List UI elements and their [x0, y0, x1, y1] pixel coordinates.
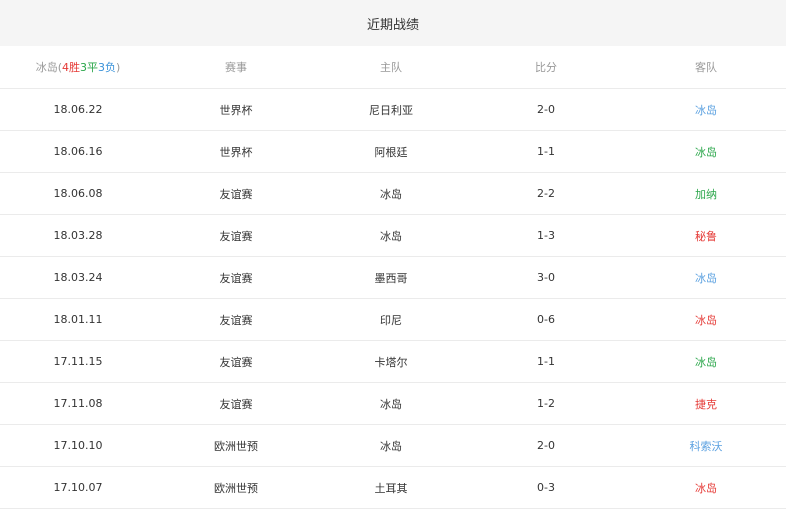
match-date: 17.11.15 — [0, 340, 156, 383]
match-away: 冰岛 — [626, 130, 786, 173]
table-row: 18.06.08 友谊赛 冰岛 2-2 加纳 — [0, 172, 786, 215]
record-losses: 3负 — [98, 61, 116, 74]
match-score: 3-0 — [466, 256, 626, 299]
match-competition: 欧洲世预 — [156, 424, 316, 467]
match-home: 阿根廷 — [316, 130, 466, 173]
section-title-text: 近期战绩 — [366, 17, 419, 33]
match-score: 2-0 — [466, 88, 626, 131]
match-competition: 友谊赛 — [156, 256, 316, 299]
match-score: 0-6 — [466, 298, 626, 341]
table-row: 17.11.15 友谊赛 卡塔尔 1-1 冰岛 — [0, 340, 786, 383]
match-home: 冰岛 — [316, 214, 466, 257]
table-row: 17.11.08 友谊赛 冰岛 1-2 捷克 — [0, 382, 786, 425]
match-score: 2-2 — [466, 172, 626, 215]
match-date: 18.06.22 — [0, 88, 156, 131]
match-score: 2-0 — [466, 424, 626, 467]
header-score: 比分 — [466, 46, 626, 89]
match-score: 0-3 — [466, 466, 626, 509]
match-date: 18.03.28 — [0, 214, 156, 257]
match-home: 印尼 — [316, 298, 466, 341]
record-team: 冰岛 — [35, 61, 58, 74]
match-competition: 友谊赛 — [156, 298, 316, 341]
match-date: 18.06.16 — [0, 130, 156, 173]
match-home: 冰岛 — [316, 172, 466, 215]
match-away: 冰岛 — [626, 256, 786, 299]
table-row: 18.03.28 友谊赛 冰岛 1-3 秘鲁 — [0, 214, 786, 257]
match-home: 尼日利亚 — [316, 88, 466, 131]
match-away: 捷克 — [626, 382, 786, 425]
table-row: 18.06.22 世界杯 尼日利亚 2-0 冰岛 — [0, 88, 786, 131]
record-draws: 3平 — [80, 61, 98, 74]
table-row: 18.01.11 友谊赛 印尼 0-6 冰岛 — [0, 298, 786, 341]
match-score: 1-2 — [466, 382, 626, 425]
match-date: 17.11.08 — [0, 382, 156, 425]
match-date: 17.10.10 — [0, 424, 156, 467]
match-date: 18.06.08 — [0, 172, 156, 215]
table-row: 17.10.07 欧洲世预 土耳其 0-3 冰岛 — [0, 466, 786, 509]
match-home: 卡塔尔 — [316, 340, 466, 383]
table-row: 18.03.24 友谊赛 墨西哥 3-0 冰岛 — [0, 256, 786, 299]
header-away: 客队 — [626, 46, 786, 89]
match-competition: 友谊赛 — [156, 214, 316, 257]
match-away: 加纳 — [626, 172, 786, 215]
match-score: 1-1 — [466, 130, 626, 173]
match-home: 冰岛 — [316, 382, 466, 425]
match-score: 1-3 — [466, 214, 626, 257]
table-row: 18.06.16 世界杯 阿根廷 1-1 冰岛 — [0, 130, 786, 173]
match-score: 1-1 — [466, 340, 626, 383]
match-away: 冰岛 — [626, 340, 786, 383]
match-competition: 世界杯 — [156, 88, 316, 131]
header-home: 主队 — [316, 46, 466, 89]
match-home: 墨西哥 — [316, 256, 466, 299]
match-away: 冰岛 — [626, 298, 786, 341]
match-away: 秘鲁 — [626, 214, 786, 257]
match-away: 冰岛 — [626, 88, 786, 131]
record-close: ) — [116, 61, 121, 74]
match-competition: 友谊赛 — [156, 382, 316, 425]
match-home: 冰岛 — [316, 424, 466, 467]
match-competition: 世界杯 — [156, 130, 316, 173]
match-away: 冰岛 — [626, 466, 786, 509]
match-away: 科索沃 — [626, 424, 786, 467]
match-date: 18.03.24 — [0, 256, 156, 299]
recent-results-table: 冰岛(4胜3平3负) 赛事 主队 比分 客队 18.06.22 世界杯 尼日利亚… — [0, 46, 786, 509]
match-date: 17.10.07 — [0, 466, 156, 509]
match-home: 土耳其 — [316, 466, 466, 509]
table-header-row: 冰岛(4胜3平3负) 赛事 主队 比分 客队 — [0, 46, 786, 89]
match-competition: 友谊赛 — [156, 340, 316, 383]
header-team-record: 冰岛(4胜3平3负) — [0, 46, 156, 89]
table-row: 17.10.10 欧洲世预 冰岛 2-0 科索沃 — [0, 424, 786, 467]
match-date: 18.01.11 — [0, 298, 156, 341]
header-competition: 赛事 — [156, 46, 316, 89]
match-competition: 欧洲世预 — [156, 466, 316, 509]
section-title: 近期战绩 — [0, 0, 786, 46]
record-wins: 4胜 — [62, 61, 80, 74]
match-competition: 友谊赛 — [156, 172, 316, 215]
